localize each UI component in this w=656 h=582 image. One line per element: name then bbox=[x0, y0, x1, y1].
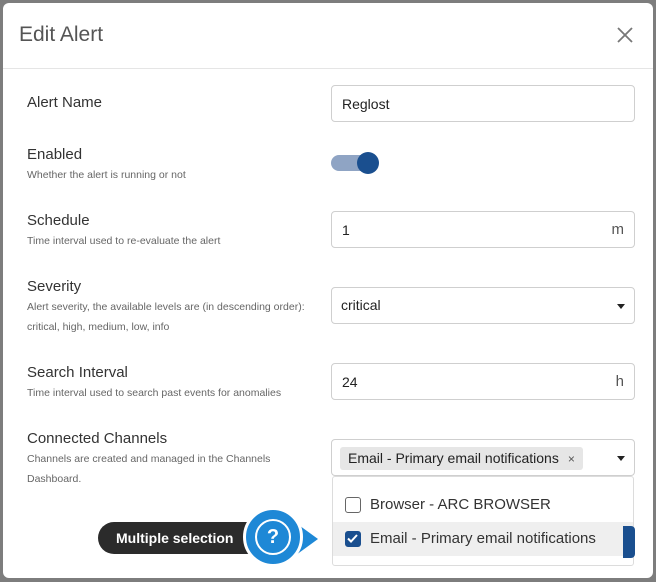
severity-value: critical bbox=[341, 297, 381, 313]
chevron-down-icon bbox=[617, 304, 625, 309]
channel-option-label: Email - Primary email notifications bbox=[370, 530, 596, 547]
save-button-edge[interactable] bbox=[623, 526, 635, 558]
chip-label: Email - Primary email notifications bbox=[348, 450, 559, 466]
search-interval-input[interactable] bbox=[332, 364, 634, 399]
schedule-unit: m bbox=[611, 221, 625, 238]
question-glyph: ? bbox=[266, 526, 280, 548]
modal-header: Edit Alert bbox=[3, 3, 653, 69]
search-interval-field[interactable]: h bbox=[331, 363, 635, 400]
channel-option[interactable]: Email - Primary email notifications bbox=[333, 522, 633, 556]
toggle-knob bbox=[357, 152, 379, 174]
chevron-down-icon[interactable] bbox=[617, 456, 625, 461]
close-icon[interactable] bbox=[615, 25, 635, 45]
check-icon bbox=[347, 534, 358, 543]
schedule-input[interactable] bbox=[332, 212, 634, 247]
multiple-selection-tooltip: Multiple selection bbox=[98, 522, 266, 554]
checkbox-checked[interactable] bbox=[345, 531, 361, 547]
tooltip-text: Multiple selection bbox=[116, 530, 234, 546]
alert-name-field[interactable] bbox=[331, 85, 635, 122]
chip-remove-icon[interactable]: × bbox=[568, 452, 575, 466]
enabled-toggle[interactable] bbox=[331, 151, 379, 175]
channels-multiselect[interactable]: Email - Primary email notifications × bbox=[331, 439, 635, 476]
search-interval-unit: h bbox=[615, 373, 624, 390]
selected-channel-chip: Email - Primary email notifications × bbox=[340, 447, 583, 470]
channel-option-label: Browser - ARC BROWSER bbox=[370, 496, 551, 513]
alert-name-input[interactable] bbox=[332, 86, 634, 121]
schedule-field[interactable]: m bbox=[331, 211, 635, 248]
help-bubble[interactable]: ? bbox=[243, 507, 303, 567]
question-icon: ? bbox=[255, 519, 291, 555]
severity-select[interactable]: critical bbox=[331, 287, 635, 324]
channel-option[interactable]: Browser - ARC BROWSER bbox=[333, 488, 633, 522]
checkbox[interactable] bbox=[345, 497, 361, 513]
channels-dropdown: Browser - ARC BROWSER Email - Primary em… bbox=[332, 476, 634, 566]
edit-alert-modal: Edit Alert Alert Name Enabled Whether th… bbox=[3, 3, 653, 578]
modal-title: Edit Alert bbox=[19, 23, 104, 46]
